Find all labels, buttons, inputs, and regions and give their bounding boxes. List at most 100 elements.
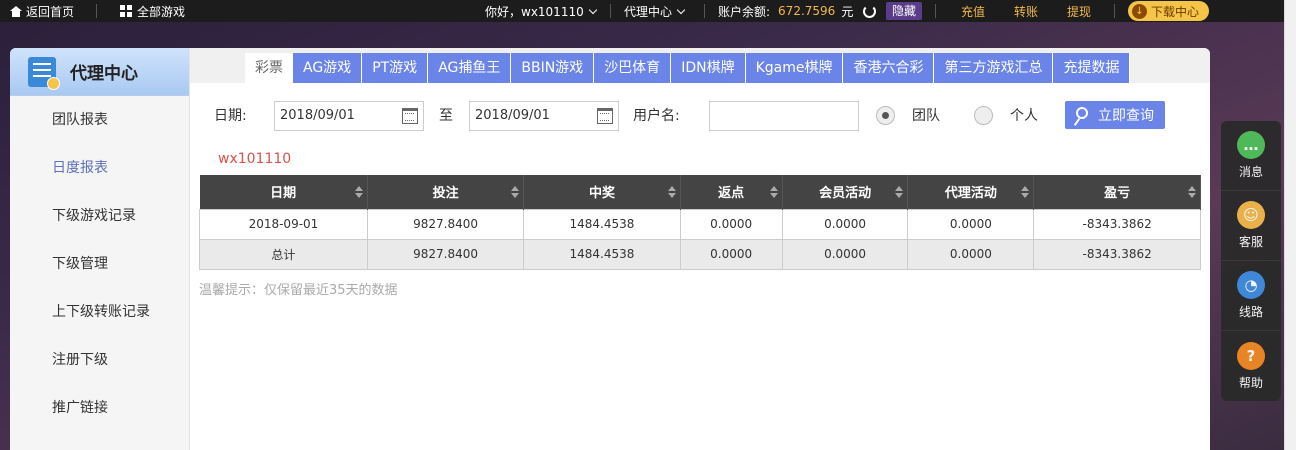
page-scrollbar[interactable] — [1284, 0, 1296, 450]
column-header-agent-activity[interactable]: 代理活动 — [907, 175, 1035, 209]
sidebar-menu: 团队报表 日度报表 下级游戏记录 下级管理 上下级转账记录 注册下级 推广链接 — [10, 96, 189, 432]
sort-icon[interactable] — [1188, 186, 1196, 198]
end-date-field[interactable]: 2018/09/01 — [469, 101, 619, 131]
sidebar-item-team-report[interactable]: 团队报表 — [10, 96, 189, 144]
tab-deposit-withdraw-data[interactable]: 充提数据 — [1053, 53, 1131, 83]
table-cell: 0.0000 — [679, 238, 783, 270]
message-button[interactable]: … 消息 — [1221, 121, 1281, 191]
top-bar: 返回首页 全部游戏 你好，wx101110 代理中心 账户余额: 672.759… — [0, 0, 1284, 22]
hide-balance-button[interactable]: 隐藏 — [886, 0, 923, 22]
table-cell: 1484.4538 — [523, 208, 681, 240]
header-label: 盈亏 — [1104, 186, 1131, 202]
main-card: 代理中心 团队报表 日度报表 下级游戏记录 下级管理 上下级转账记录 注册下级 … — [10, 48, 1210, 450]
agent-center-menu[interactable]: 代理中心 — [624, 0, 686, 22]
sort-icon[interactable] — [667, 186, 676, 198]
table-cell: 0.0000 — [679, 208, 783, 240]
divider — [96, 4, 97, 18]
balance-label: 账户余额: — [718, 4, 771, 19]
header-label: 中奖 — [588, 186, 615, 202]
table-cell: 1484.4538 — [523, 238, 681, 270]
sidebar-title: 代理中心 — [70, 64, 138, 84]
sort-icon[interactable] — [895, 186, 904, 198]
sidebar-item-transfer-records[interactable]: 上下级转账记录 — [10, 288, 189, 336]
tab-idn-cards[interactable]: IDN棋牌 — [671, 53, 746, 83]
balance-area: 账户余额: 672.7596 元 — [718, 0, 877, 22]
sidebar-item-promo-link[interactable]: 推广链接 — [10, 384, 189, 432]
tab-ag-games[interactable]: AG游戏 — [293, 53, 363, 83]
daily-report-table: 日期 投注 中奖 返点 会员活动 代理活动 盈亏 2018-09-01 9827… — [199, 175, 1201, 270]
balance-unit: 元 — [841, 4, 854, 19]
team-radio[interactable] — [876, 106, 895, 125]
help-button[interactable]: ? 帮助 — [1221, 331, 1281, 401]
balance-value: 672.7596 — [778, 4, 836, 18]
speedometer-icon: ◔ — [1237, 271, 1265, 299]
column-header-member-activity[interactable]: 会员活动 — [782, 175, 909, 209]
sidebar-item-sub-management[interactable]: 下级管理 — [10, 240, 189, 288]
agent-center-label: 代理中心 — [624, 4, 673, 19]
personal-radio[interactable] — [974, 106, 993, 125]
table-cell: 0.0000 — [781, 208, 909, 240]
calendar-icon[interactable] — [402, 108, 418, 124]
start-date-value: 2018/09/01 — [280, 108, 355, 123]
sort-icon[interactable] — [1021, 186, 1030, 198]
team-label: 团队 — [912, 108, 940, 124]
tab-saba-sports[interactable]: 沙巴体育 — [594, 53, 672, 83]
username-input[interactable] — [709, 101, 859, 131]
date-label: 日期: — [214, 108, 247, 124]
tab-kgame-cards[interactable]: Kgame棋牌 — [745, 53, 844, 83]
download-center-button[interactable]: ↓ 下载中心 — [1128, 1, 1210, 21]
sidebar-item-daily-report[interactable]: 日度报表 — [10, 144, 189, 192]
tab-third-party-summary[interactable]: 第三方游戏汇总 — [934, 53, 1054, 83]
sidebar-item-register-sub[interactable]: 注册下级 — [10, 336, 189, 384]
refresh-icon[interactable] — [863, 4, 877, 18]
sort-icon[interactable] — [769, 186, 778, 198]
column-header-date[interactable]: 日期 — [199, 175, 368, 209]
column-header-profit-loss[interactable]: 盈亏 — [1033, 175, 1201, 209]
message-label: 消息 — [1238, 165, 1263, 179]
table-cell: 9827.8400 — [366, 238, 525, 270]
recharge-link[interactable]: 充值 — [961, 0, 985, 22]
tab-lottery[interactable]: 彩票 — [245, 53, 293, 83]
table-cell: 9827.8400 — [366, 208, 525, 240]
tab-ag-fishing[interactable]: AG捕鱼王 — [428, 53, 512, 83]
divider — [935, 4, 936, 18]
sidebar: 代理中心 团队报表 日度报表 下级游戏记录 下级管理 上下级转账记录 注册下级 … — [10, 48, 190, 450]
transfer-link[interactable]: 转账 — [1014, 0, 1038, 22]
column-header-bet[interactable]: 投注 — [367, 175, 525, 209]
withdraw-link[interactable]: 提现 — [1067, 0, 1091, 22]
username-label: 用户名: — [633, 108, 680, 124]
table-cell: -8343.3862 — [1033, 238, 1201, 270]
home-link[interactable]: 返回首页 — [10, 0, 74, 22]
help-icon: ? — [1237, 341, 1265, 370]
query-button-label: 立即查询 — [1098, 108, 1154, 124]
sort-icon[interactable] — [354, 186, 363, 198]
query-button[interactable]: 立即查询 — [1065, 101, 1165, 129]
table-cell: -8343.3862 — [1033, 208, 1201, 240]
tab-pt-games[interactable]: PT游戏 — [362, 53, 429, 83]
route-button[interactable]: ◔ 线路 — [1221, 261, 1281, 331]
hide-label: 隐藏 — [886, 2, 923, 20]
calendar-icon[interactable] — [597, 108, 613, 124]
table-cell: 2018-09-01 — [199, 208, 368, 240]
customer-service-button[interactable]: ☺ 客服 — [1221, 191, 1281, 261]
all-games-link[interactable]: 全部游戏 — [120, 0, 185, 22]
column-header-rebate[interactable]: 返点 — [680, 175, 783, 209]
table-cell: 0.0000 — [907, 238, 1035, 270]
table-cell: 0.0000 — [907, 208, 1035, 240]
header-label: 投注 — [432, 186, 459, 202]
route-label: 线路 — [1238, 305, 1263, 319]
home-label: 返回首页 — [26, 4, 75, 19]
floating-service-panel: … 消息 ☺ 客服 ◔ 线路 ? 帮助 — [1221, 121, 1281, 401]
start-date-field[interactable]: 2018/09/01 — [274, 101, 424, 131]
table-header-row: 日期 投注 中奖 返点 会员活动 代理活动 盈亏 — [199, 175, 1201, 209]
user-menu[interactable]: 你好，wx101110 — [485, 0, 597, 22]
service-label: 客服 — [1238, 235, 1263, 249]
column-header-win[interactable]: 中奖 — [523, 175, 681, 209]
help-label: 帮助 — [1238, 375, 1263, 390]
tab-bbin-games[interactable]: BBIN游戏 — [511, 53, 595, 83]
divider — [704, 4, 705, 18]
tab-hk-mark-six[interactable]: 香港六合彩 — [843, 53, 935, 83]
sidebar-item-sub-game-records[interactable]: 下级游戏记录 — [10, 192, 189, 240]
sort-icon[interactable] — [511, 186, 520, 198]
tabs-bar: 彩票 AG游戏 PT游戏 AG捕鱼王 BBIN游戏 沙巴体育 IDN棋牌 Kga… — [190, 48, 1210, 83]
